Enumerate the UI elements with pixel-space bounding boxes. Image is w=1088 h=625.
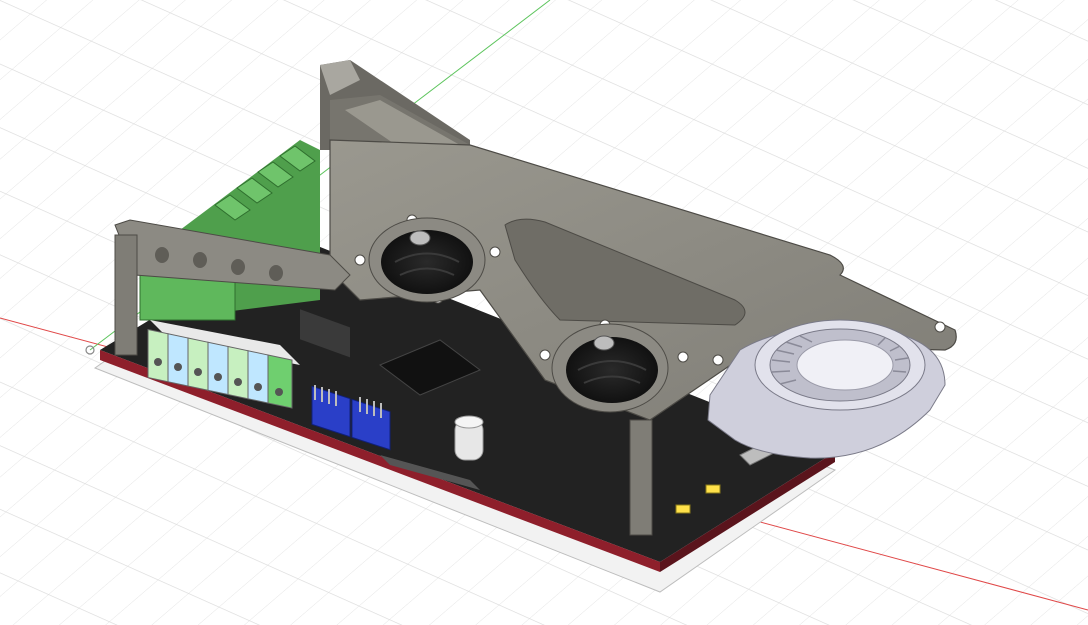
standoff-right: [629, 419, 653, 536]
standoff-left: [114, 234, 138, 356]
axial-fan-2: [551, 323, 669, 413]
3d-viewport[interactable]: [0, 0, 1088, 625]
axial-fan-1: [368, 217, 486, 303]
cad-scene[interactable]: [0, 0, 1088, 625]
